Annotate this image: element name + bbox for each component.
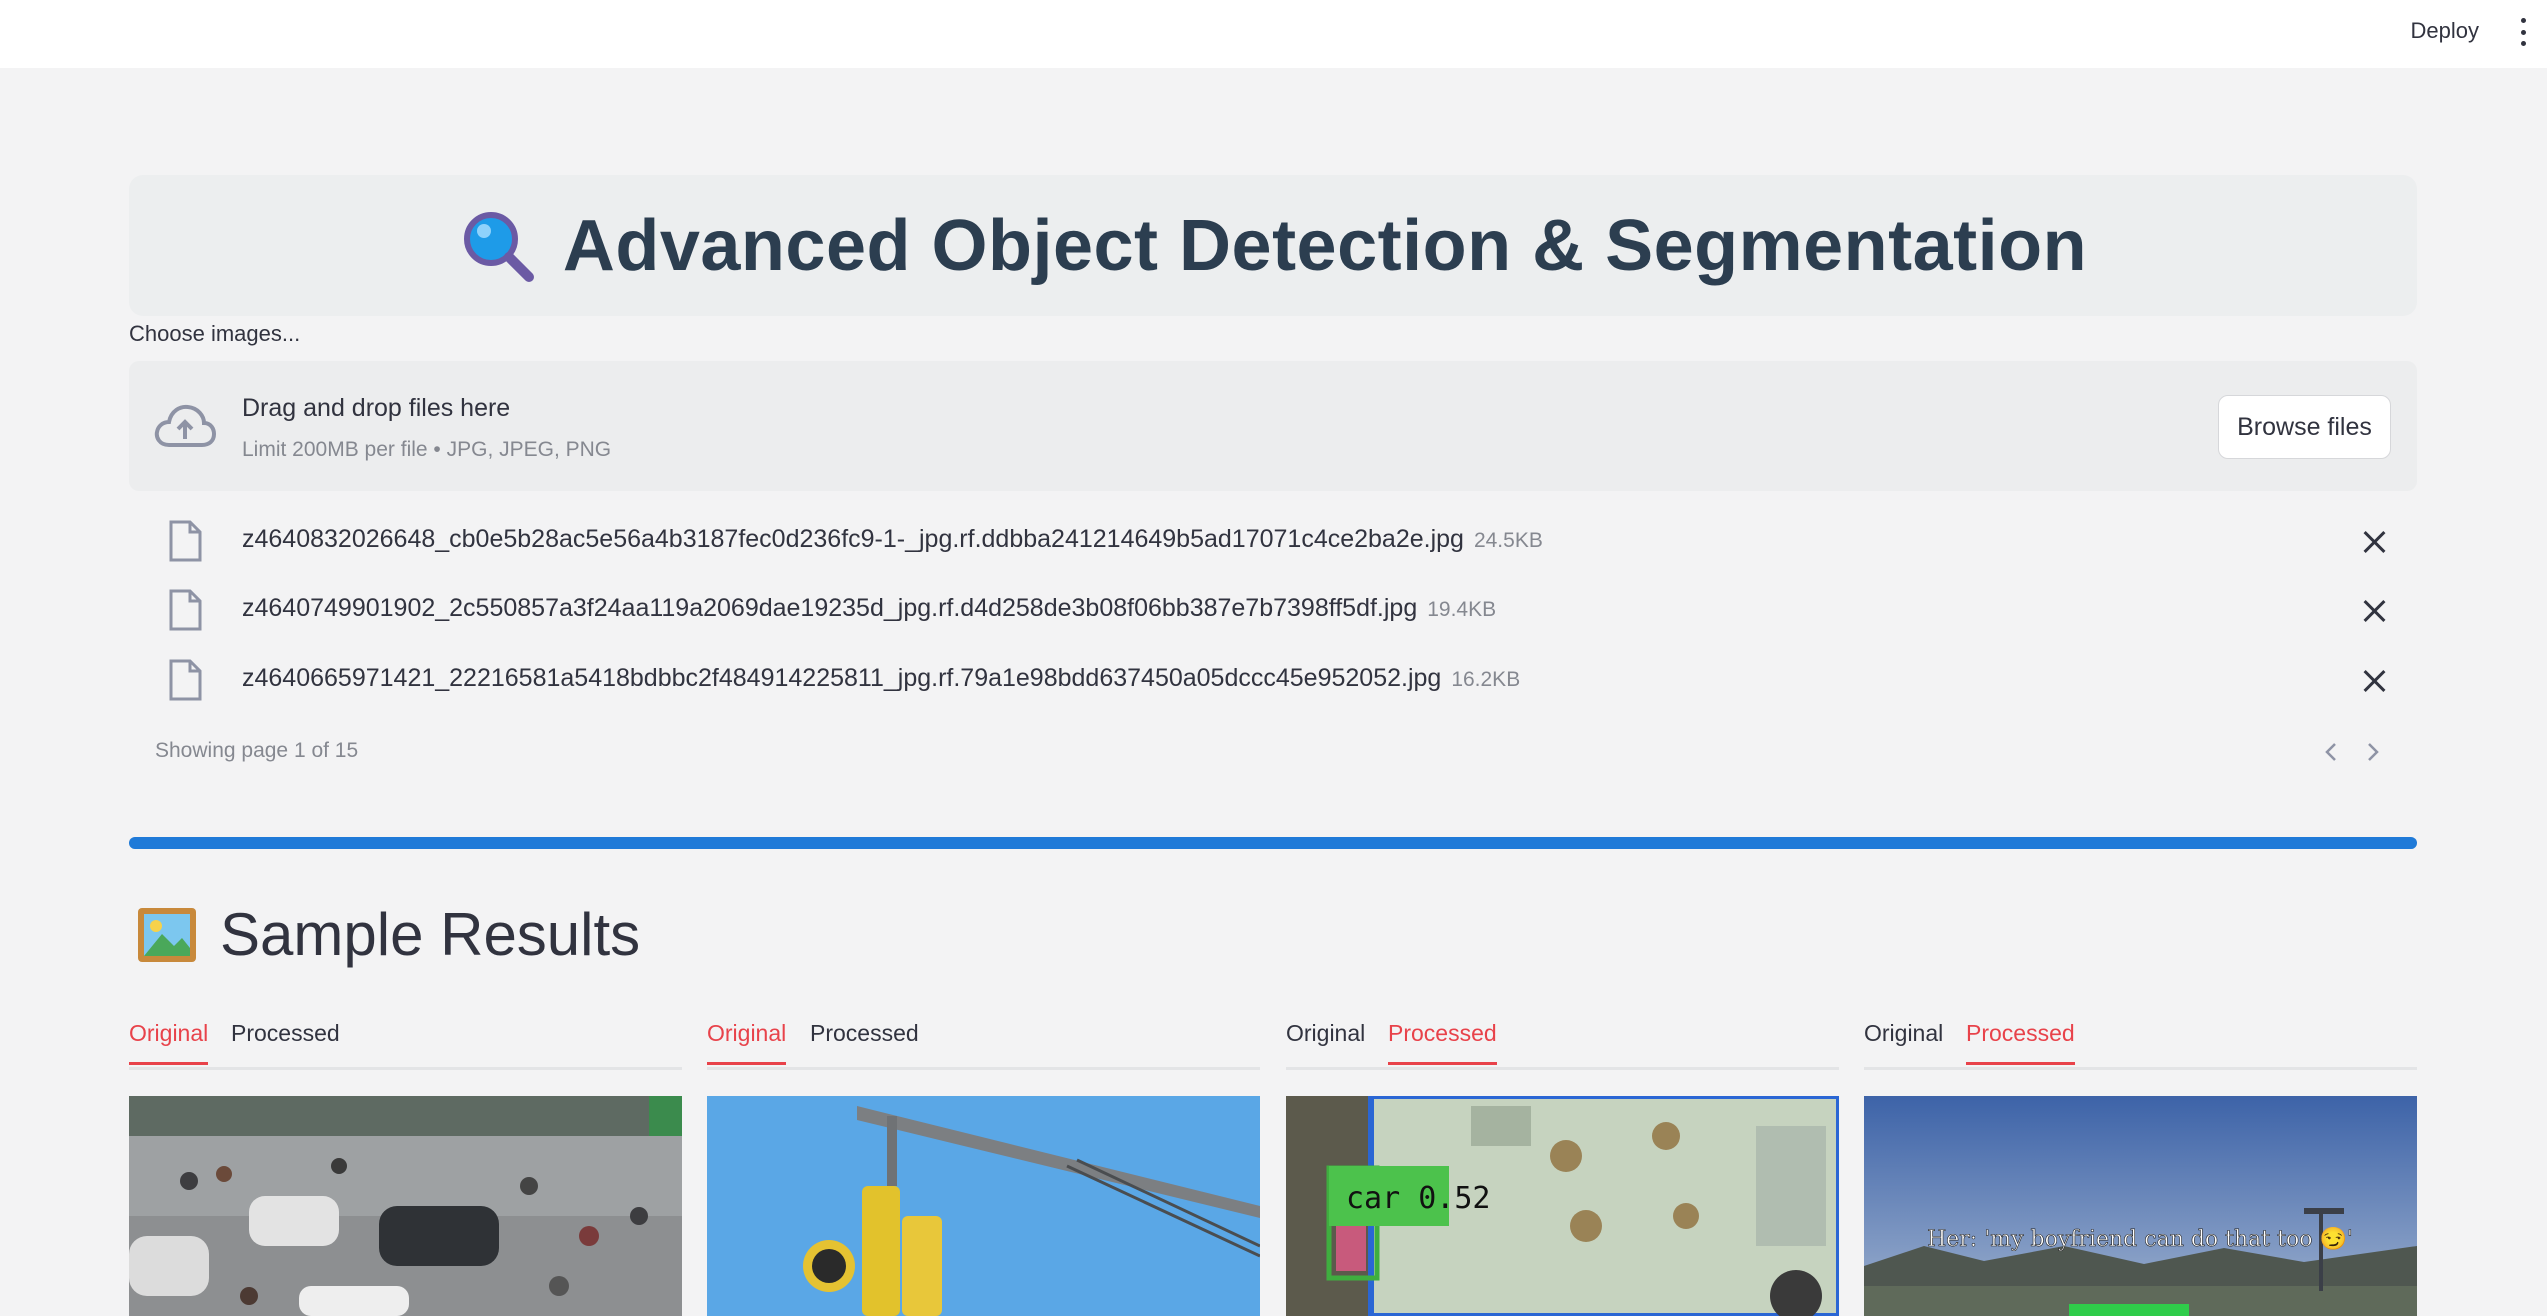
result-tabs: Original Processed bbox=[1864, 1010, 2417, 1070]
browse-files-button[interactable]: Browse files bbox=[2218, 395, 2391, 459]
file-dropzone[interactable]: Drag and drop files here Limit 200MB per… bbox=[129, 361, 2417, 491]
uploaded-file-row: z4640665971421_22216581a5418bdbbc2f48491… bbox=[129, 651, 2417, 711]
result-image-truck-detection: car 0.52 bbox=[1286, 1096, 1839, 1316]
file-size: 19.4KB bbox=[1427, 598, 1497, 621]
remove-file-icon[interactable] bbox=[2361, 667, 2389, 695]
remove-file-icon[interactable] bbox=[2361, 597, 2389, 625]
uploaded-file-row: z4640832026648_cb0e5b28ac5e56a4b3187fec0… bbox=[129, 512, 2417, 572]
dropzone-limit-text: Limit 200MB per file • JPG, JPEG, PNG bbox=[242, 438, 612, 461]
pagination-text: Showing page 1 of 15 bbox=[155, 739, 359, 762]
result-card: Original Processed bbox=[707, 1010, 1260, 1316]
tab-original[interactable]: Original bbox=[129, 1020, 209, 1065]
dropzone-title: Drag and drop files here bbox=[242, 394, 511, 422]
tab-original[interactable]: Original bbox=[707, 1020, 787, 1065]
detection-label: car 0.52 bbox=[1346, 1181, 1491, 1216]
remove-file-icon[interactable] bbox=[2361, 528, 2389, 556]
file-size: 16.2KB bbox=[1451, 668, 1521, 691]
progress-fill bbox=[129, 837, 2417, 849]
file-size: 24.5KB bbox=[1473, 529, 1543, 552]
file-name: z4640665971421_22216581a5418bdbbc2f48491… bbox=[242, 664, 1521, 692]
tab-processed[interactable]: Processed bbox=[1388, 1020, 1497, 1065]
result-tabs: Original Processed bbox=[129, 1010, 682, 1070]
result-card: Original Processed Her: 'my boyfriend ca… bbox=[1864, 1010, 2417, 1316]
section-title: Sample Results bbox=[220, 901, 641, 968]
tab-processed[interactable]: Processed bbox=[1966, 1020, 2075, 1065]
chevron-right-icon[interactable] bbox=[2358, 738, 2386, 766]
file-icon bbox=[169, 520, 202, 562]
result-card: Original Processed car 0.52 bbox=[1286, 1010, 1839, 1316]
framed-picture-icon bbox=[138, 907, 196, 962]
result-image-traffic-street bbox=[129, 1096, 682, 1316]
results-heading: Sample Results bbox=[136, 900, 640, 969]
top-bar: Deploy bbox=[0, 0, 2547, 68]
result-tabs: Original Processed bbox=[1286, 1010, 1839, 1070]
file-icon bbox=[169, 659, 202, 701]
page-header: Advanced Object Detection & Segmentation bbox=[129, 175, 2417, 316]
result-tabs: Original Processed bbox=[707, 1010, 1260, 1070]
page-title: Advanced Object Detection & Segmentation bbox=[562, 205, 2088, 286]
tab-original[interactable]: Original bbox=[1864, 1020, 1943, 1061]
deploy-button[interactable]: Deploy bbox=[2411, 18, 2479, 44]
tab-processed[interactable]: Processed bbox=[231, 1020, 340, 1061]
result-card: Original Processed bbox=[129, 1010, 682, 1316]
file-icon bbox=[169, 589, 202, 631]
tab-original[interactable]: Original bbox=[1286, 1020, 1365, 1061]
file-name: z4640749901902_2c550857a3f24aa119a2069da… bbox=[242, 594, 1497, 622]
result-image-traffic-light bbox=[707, 1096, 1260, 1316]
progress-bar bbox=[129, 837, 2417, 849]
chevron-left-icon[interactable] bbox=[2318, 738, 2346, 766]
meme-caption: Her: 'my boyfriend can do that too 😏' bbox=[1927, 1226, 2353, 1252]
file-name: z4640832026648_cb0e5b28ac5e56a4b3187fec0… bbox=[242, 525, 1543, 553]
uploaded-file-row: z4640749901902_2c550857a3f24aa119a2069da… bbox=[129, 581, 2417, 641]
magnifier-icon bbox=[463, 211, 534, 282]
tab-processed[interactable]: Processed bbox=[810, 1020, 919, 1061]
vertical-dots-icon[interactable] bbox=[2517, 18, 2529, 46]
result-image-meme-street: Her: 'my boyfriend can do that too 😏' bbox=[1864, 1096, 2417, 1316]
uploader-label: Choose images... bbox=[129, 321, 301, 346]
cloud-upload-icon bbox=[154, 404, 216, 447]
